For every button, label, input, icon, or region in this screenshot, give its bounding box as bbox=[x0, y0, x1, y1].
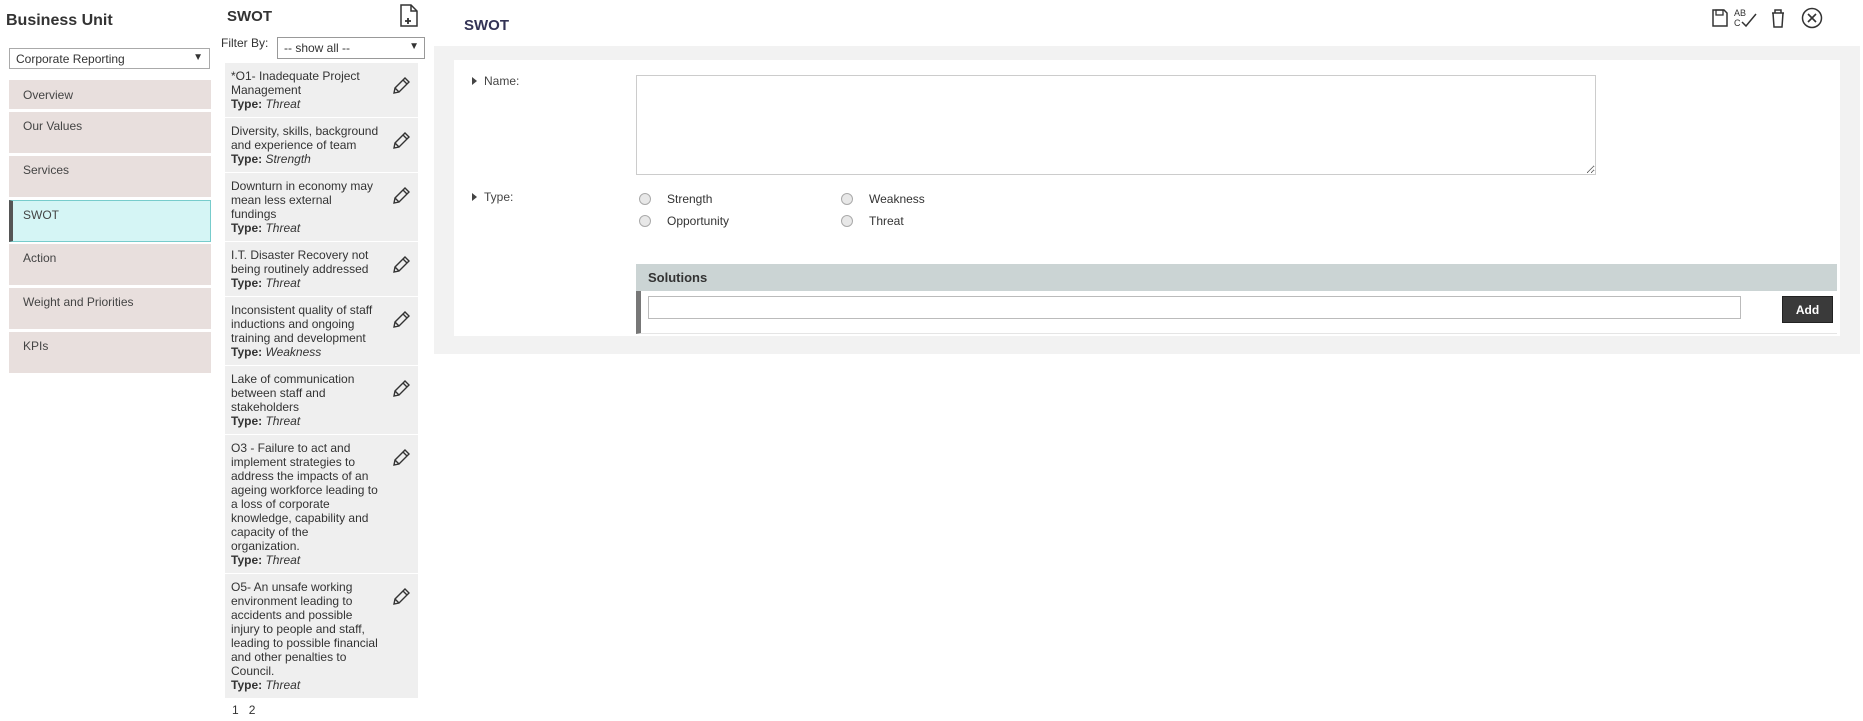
page-link[interactable]: 2 bbox=[249, 703, 256, 717]
type-value: Threat bbox=[265, 678, 301, 692]
list-item-type: Type: Strength bbox=[231, 152, 380, 166]
add-document-icon[interactable] bbox=[398, 4, 420, 28]
type-value: Strength bbox=[265, 152, 311, 166]
list-item-text: *O1- Inadequate Project Management bbox=[231, 69, 360, 97]
business-unit-title: Business Unit bbox=[6, 12, 113, 29]
type-value: Threat bbox=[265, 276, 301, 290]
list-item-text: Diversity, skills, background and experi… bbox=[231, 124, 379, 152]
nav-item-swot[interactable]: SWOT bbox=[9, 200, 211, 242]
nav-item-kpis[interactable]: KPIs bbox=[9, 332, 211, 374]
nav-item-overview[interactable]: Overview bbox=[9, 80, 211, 110]
nav-item-action[interactable]: Action bbox=[9, 244, 211, 286]
radio-circle[interactable] bbox=[639, 193, 651, 205]
edit-icon[interactable] bbox=[390, 185, 412, 207]
filter-select[interactable]: -- show all -- ▼ bbox=[277, 37, 425, 59]
type-label: Type: bbox=[231, 152, 263, 166]
list-item-text: Inconsistent quality of staff inductions… bbox=[231, 303, 373, 345]
swot-list-title: SWOT bbox=[227, 8, 272, 25]
solutions-header: Solutions bbox=[636, 264, 1837, 291]
type-label: Type: bbox=[231, 345, 263, 359]
svg-text:AB: AB bbox=[1734, 8, 1746, 18]
nav-item-our-values[interactable]: Our Values bbox=[9, 112, 211, 154]
trash-icon[interactable] bbox=[1766, 6, 1790, 30]
list-item-type: Type: Threat bbox=[231, 414, 380, 428]
type-radio-threat[interactable]: Threat bbox=[841, 214, 904, 228]
list-item[interactable]: O5- An unsafe working environment leadin… bbox=[225, 574, 418, 699]
save-icon[interactable] bbox=[1708, 6, 1732, 30]
radio-circle[interactable] bbox=[841, 215, 853, 227]
type-radio-opportunity[interactable]: Opportunity bbox=[639, 214, 729, 228]
business-unit-selected: Corporate Reporting bbox=[16, 52, 125, 66]
nav-item-services[interactable]: Services bbox=[9, 156, 211, 198]
list-item[interactable]: *O1- Inadequate Project Management Type: … bbox=[225, 63, 418, 118]
list-item-type: Type: Threat bbox=[231, 553, 380, 567]
list-item[interactable]: I.T. Disaster Recovery not being routine… bbox=[225, 242, 418, 297]
edit-icon[interactable] bbox=[390, 586, 412, 608]
svg-text:C: C bbox=[1734, 18, 1741, 28]
type-label: Type: bbox=[231, 276, 263, 290]
edit-icon[interactable] bbox=[390, 309, 412, 331]
edit-icon[interactable] bbox=[390, 254, 412, 276]
swot-list: *O1- Inadequate Project Management Type: … bbox=[225, 63, 418, 699]
list-item[interactable]: O3 - Failure to act and implement strate… bbox=[225, 435, 418, 574]
list-item-type: Type: Threat bbox=[231, 97, 380, 111]
list-item-text: O3 - Failure to act and implement strate… bbox=[231, 441, 378, 553]
business-unit-select[interactable]: Corporate Reporting ▼ bbox=[9, 48, 210, 69]
list-item-text: Downturn in economy may mean less extern… bbox=[231, 179, 374, 221]
edit-icon[interactable] bbox=[390, 447, 412, 469]
type-label: Type: bbox=[231, 221, 263, 235]
list-item-text: O5- An unsafe working environment leadin… bbox=[231, 580, 378, 678]
business-unit-nav: Overview Our Values Services SWOT Action Weig… bbox=[9, 80, 211, 376]
type-label: Type: bbox=[231, 97, 263, 111]
close-icon[interactable] bbox=[1800, 6, 1824, 30]
toolbar: AB C bbox=[1708, 6, 1858, 32]
panel-title: SWOT bbox=[464, 17, 509, 34]
list-item-text: I.T. Disaster Recovery not being routine… bbox=[231, 248, 369, 276]
list-item[interactable]: Inconsistent quality of staff inductions… bbox=[225, 297, 418, 366]
type-field-label: Type: bbox=[472, 190, 513, 204]
list-item-type: Type: Threat bbox=[231, 221, 380, 235]
edit-icon[interactable] bbox=[390, 130, 412, 152]
list-item-type: Type: Threat bbox=[231, 678, 380, 692]
type-value: Weakness bbox=[265, 345, 322, 359]
list-item[interactable]: Downturn in economy may mean less extern… bbox=[225, 173, 418, 242]
type-label: Type: bbox=[231, 553, 263, 567]
radio-circle[interactable] bbox=[639, 215, 651, 227]
type-value: Threat bbox=[265, 414, 301, 428]
chevron-down-icon: ▼ bbox=[409, 41, 419, 52]
chevron-down-icon: ▼ bbox=[193, 52, 203, 63]
name-field[interactable] bbox=[636, 75, 1596, 175]
edit-icon[interactable] bbox=[390, 378, 412, 400]
radio-circle[interactable] bbox=[841, 193, 853, 205]
edit-icon[interactable] bbox=[390, 75, 412, 97]
type-radio-weakness[interactable]: Weakness bbox=[841, 192, 925, 206]
pager: 12 bbox=[232, 703, 265, 717]
expand-triangle-icon bbox=[472, 193, 477, 201]
type-label: Type: bbox=[231, 414, 263, 428]
spellcheck-icon[interactable]: AB C bbox=[1732, 6, 1757, 30]
list-item[interactable]: Lake of communication between staff and … bbox=[225, 366, 418, 435]
type-value: Threat bbox=[265, 221, 301, 235]
page-link[interactable]: 1 bbox=[232, 703, 239, 717]
list-item-type: Type: Threat bbox=[231, 276, 380, 290]
filter-selected: -- show all -- bbox=[284, 41, 351, 55]
type-label: Type: bbox=[231, 678, 263, 692]
name-field-label: Name: bbox=[472, 74, 519, 88]
type-value: Threat bbox=[265, 97, 301, 111]
list-item-type: Type: Weakness bbox=[231, 345, 380, 359]
expand-triangle-icon bbox=[472, 77, 477, 85]
add-solution-button[interactable]: Add bbox=[1782, 296, 1833, 323]
nav-item-weight-and-priorities[interactable]: Weight and Priorities bbox=[9, 288, 211, 330]
type-value: Threat bbox=[265, 553, 301, 567]
solution-input[interactable] bbox=[648, 296, 1741, 319]
type-radio-strength[interactable]: Strength bbox=[639, 192, 712, 206]
list-item-text: Lake of communication between staff and … bbox=[231, 372, 355, 414]
filter-label: Filter By: bbox=[221, 36, 269, 50]
list-item[interactable]: Diversity, skills, background and experi… bbox=[225, 118, 418, 173]
